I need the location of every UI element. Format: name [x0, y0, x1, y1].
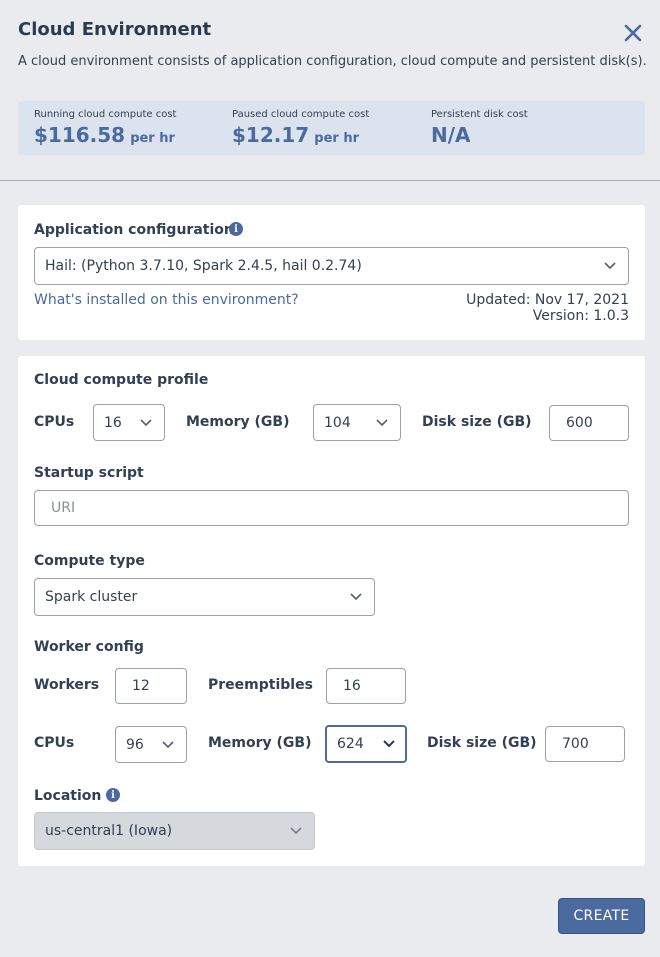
running-cost-unit: per hr [130, 131, 175, 146]
location-value: us-central1 (Iowa) [45, 823, 173, 839]
worker-disk-input[interactable]: 700 [545, 726, 625, 762]
worker-cpus-select[interactable]: 96 [115, 726, 187, 763]
chevron-down-icon [376, 418, 388, 426]
worker-memory-label: Memory (GB) [208, 735, 312, 751]
running-cost-label: Running cloud compute cost [34, 109, 177, 120]
description: A cloud environment consists of applicat… [18, 54, 647, 69]
paused-cost: $12.17 per hr [232, 123, 359, 147]
disk-cost-value: N/A [431, 123, 471, 147]
startup-script-label: Startup script [34, 465, 144, 481]
preemptibles-input[interactable]: 16 [326, 668, 406, 704]
workers-input[interactable]: 12 [115, 668, 187, 704]
close-icon[interactable] [622, 22, 644, 44]
workers-label: Workers [34, 677, 100, 693]
app-config-select[interactable]: Hail: (Python 3.7.10, Spark 2.4.5, hail … [34, 247, 629, 285]
paused-cost-value: $12.17 [232, 123, 310, 147]
disk-size-label: Disk size (GB) [422, 414, 532, 430]
app-config-label: Application configuration [34, 222, 234, 238]
compute-type-select[interactable]: Spark cluster [34, 578, 375, 616]
startup-script-input[interactable]: URI [34, 490, 629, 526]
worker-config-label: Worker config [34, 639, 144, 655]
memory-label: Memory (GB) [186, 414, 290, 430]
compute-profile-label: Cloud compute profile [34, 372, 209, 388]
location-label: Location [34, 788, 102, 804]
info-icon[interactable]: i [106, 788, 120, 802]
cpus-select-value: 16 [104, 414, 122, 431]
disk-cost-label: Persistent disk cost [431, 109, 528, 120]
cost-summary: Running cloud compute cost $116.58 per h… [18, 101, 645, 155]
compute-type-value: Spark cluster [45, 589, 138, 605]
create-button[interactable]: CREATE [558, 898, 645, 934]
worker-disk-label: Disk size (GB) [427, 735, 537, 751]
updated-date: Updated: Nov 17, 2021 [466, 292, 629, 308]
running-cost-value: $116.58 [34, 123, 126, 147]
divider [0, 180, 660, 181]
info-icon[interactable]: i [229, 222, 243, 236]
version-text: Version: 1.0.3 [532, 308, 629, 324]
app-config-card: Application configuration i Hail: (Pytho… [18, 205, 645, 340]
paused-cost-label: Paused cloud compute cost [232, 109, 370, 120]
worker-cpus-value: 96 [126, 736, 144, 753]
chevron-down-icon [383, 740, 395, 748]
app-config-meta: Updated: Nov 17, 2021 Version: 1.0.3 [466, 292, 629, 324]
preemptibles-label: Preemptibles [208, 677, 313, 693]
running-cost: $116.58 per hr [34, 123, 175, 147]
paused-cost-unit: per hr [314, 131, 360, 146]
memory-select[interactable]: 104 [313, 404, 401, 441]
worker-memory-select[interactable]: 624 [325, 725, 407, 763]
cpus-select[interactable]: 16 [93, 404, 165, 441]
memory-select-value: 104 [324, 414, 351, 431]
worker-cpus-label: CPUs [34, 735, 75, 751]
chevron-down-icon [140, 418, 152, 426]
location-select: us-central1 (Iowa) [34, 812, 315, 850]
compute-type-label: Compute type [34, 553, 145, 569]
chevron-down-icon [604, 262, 616, 270]
chevron-down-icon [162, 740, 174, 748]
compute-card: Cloud compute profile CPUs 16 Memory (GB… [18, 356, 645, 866]
chevron-down-icon [350, 593, 362, 601]
cpus-label: CPUs [34, 414, 75, 430]
page-title: Cloud Environment [18, 19, 212, 40]
chevron-down-icon [290, 827, 302, 835]
installed-link[interactable]: What's installed on this environment? [34, 292, 299, 308]
disk-size-input[interactable]: 600 [549, 405, 629, 441]
app-config-select-value: Hail: (Python 3.7.10, Spark 2.4.5, hail … [45, 258, 362, 274]
worker-memory-value: 624 [337, 736, 364, 752]
